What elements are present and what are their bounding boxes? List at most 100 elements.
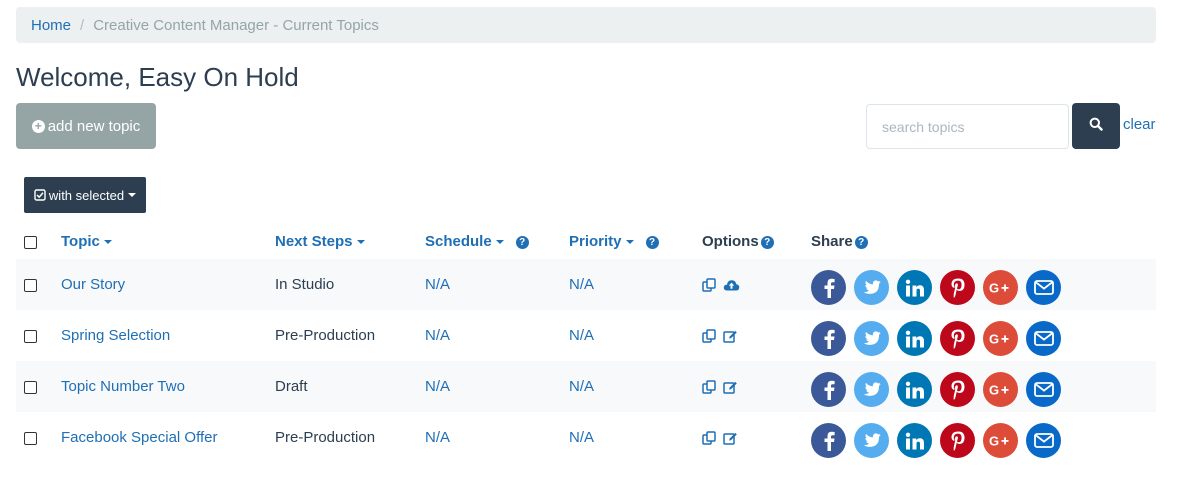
edit-icon[interactable] xyxy=(723,329,738,344)
linkedin-icon xyxy=(905,432,925,450)
priority-cell: N/A xyxy=(569,361,702,412)
share-google-plus-button[interactable]: G xyxy=(983,270,1018,305)
add-new-topic-label: add new topic xyxy=(47,117,141,135)
share-help-icon[interactable]: ? xyxy=(854,236,868,249)
share-facebook-button[interactable] xyxy=(811,270,846,305)
share-email-button[interactable] xyxy=(1026,321,1061,356)
table-row: Our Story In Studio N/A N/A G xyxy=(16,259,1156,310)
sort-schedule-header[interactable]: Schedule xyxy=(425,233,504,250)
schedule-cell: N/A xyxy=(425,361,569,412)
schedule-cell: N/A xyxy=(425,327,451,344)
cloud-upload-icon[interactable] xyxy=(723,278,740,292)
sort-topic-header[interactable]: Topic xyxy=(61,233,112,250)
topic-link[interactable]: Spring Selection xyxy=(61,327,170,344)
linkedin-icon xyxy=(905,330,925,348)
share-pinterest-button[interactable] xyxy=(940,321,975,356)
next-steps-cell: Pre-Production xyxy=(275,429,376,446)
add-new-topic-button[interactable]: + add new topic xyxy=(16,103,156,149)
schedule-header-label: Schedule xyxy=(425,233,492,250)
schedule-help-icon[interactable]: ? xyxy=(515,236,529,249)
chevron-down-icon xyxy=(128,193,137,197)
share-email-button[interactable] xyxy=(1026,372,1061,407)
share-email-button[interactable] xyxy=(1026,270,1061,305)
priority-help-icon[interactable]: ? xyxy=(645,236,659,249)
breadcrumb-separator: / xyxy=(80,16,85,34)
share-twitter-button[interactable] xyxy=(854,321,889,356)
options-header-label: Options xyxy=(702,233,759,250)
breadcrumb: Home / Creative Content Manager - Curren… xyxy=(16,7,1156,43)
share-google-plus-button[interactable]: G xyxy=(983,372,1018,407)
checkbox-checked-icon xyxy=(34,189,46,201)
email-icon xyxy=(1033,331,1054,346)
share-google-plus-button[interactable]: G xyxy=(983,321,1018,356)
search-input[interactable] xyxy=(866,104,1069,149)
pinterest-icon xyxy=(951,278,965,298)
search-button[interactable] xyxy=(1072,103,1120,149)
twitter-icon xyxy=(862,279,882,296)
share-linkedin-button[interactable] xyxy=(897,372,932,407)
copy-icon[interactable] xyxy=(702,430,717,446)
sort-next-steps-header[interactable]: Next Steps xyxy=(275,233,365,250)
share-pinterest-button[interactable] xyxy=(940,270,975,305)
share-twitter-button[interactable] xyxy=(854,372,889,407)
share-linkedin-button[interactable] xyxy=(897,270,932,305)
share-pinterest-button[interactable] xyxy=(940,372,975,407)
topic-link[interactable]: Topic Number Two xyxy=(61,378,185,395)
share-twitter-button[interactable] xyxy=(854,270,889,305)
share-linkedin-button[interactable] xyxy=(897,321,932,356)
priority-cell: N/A xyxy=(569,259,702,310)
row-checkbox[interactable] xyxy=(24,431,37,445)
share-facebook-button[interactable] xyxy=(811,372,846,407)
facebook-icon xyxy=(822,431,836,451)
share-facebook-button[interactable] xyxy=(811,321,846,356)
sort-caret-icon xyxy=(495,240,504,245)
share-linkedin-button[interactable] xyxy=(897,423,932,458)
share-email-button[interactable] xyxy=(1026,423,1061,458)
sort-priority-header[interactable]: Priority xyxy=(569,233,634,250)
next-steps-header-label: Next Steps xyxy=(275,233,353,250)
schedule-cell: N/A xyxy=(425,259,569,310)
copy-icon[interactable] xyxy=(702,277,717,293)
share-pinterest-button[interactable] xyxy=(940,423,975,458)
next-steps-cell: Draft xyxy=(275,361,425,412)
table-row: Facebook Special Offer Pre-Production N/… xyxy=(16,412,1156,463)
linkedin-icon xyxy=(905,279,925,297)
row-checkbox[interactable] xyxy=(24,380,37,394)
twitter-icon xyxy=(862,432,882,449)
svg-text:G: G xyxy=(989,434,999,448)
breadcrumb-home-link[interactable]: Home xyxy=(31,17,71,34)
svg-text:G: G xyxy=(989,281,999,295)
google-plus-icon: G xyxy=(989,332,1013,346)
options-help-icon[interactable]: ? xyxy=(760,236,774,249)
twitter-icon xyxy=(862,330,882,347)
row-checkbox[interactable] xyxy=(24,329,37,343)
share-facebook-button[interactable] xyxy=(811,423,846,458)
clear-search-link[interactable]: clear xyxy=(1123,116,1156,133)
topic-link[interactable]: Our Story xyxy=(61,276,125,293)
select-all-checkbox[interactable] xyxy=(24,235,37,249)
with-selected-dropdown[interactable]: with selected xyxy=(24,177,146,213)
edit-icon[interactable] xyxy=(723,431,738,446)
topic-link[interactable]: Facebook Special Offer xyxy=(61,429,217,446)
copy-icon[interactable] xyxy=(702,379,717,395)
row-checkbox[interactable] xyxy=(24,278,37,292)
google-plus-icon: G xyxy=(989,281,1013,295)
sort-caret-icon xyxy=(625,240,634,245)
copy-icon[interactable] xyxy=(702,328,717,344)
google-plus-icon: G xyxy=(989,383,1013,397)
schedule-cell: N/A xyxy=(425,429,451,446)
share-twitter-button[interactable] xyxy=(854,423,889,458)
svg-text:G: G xyxy=(989,332,999,346)
sort-caret-icon xyxy=(103,240,112,245)
topics-table: Topic Next Steps Schedule? Priority? Opt… xyxy=(16,224,1156,463)
table-row: Topic Number Two Draft N/A N/A G xyxy=(16,361,1156,412)
share-google-plus-button[interactable]: G xyxy=(983,423,1018,458)
edit-icon[interactable] xyxy=(723,380,738,395)
table-header-row: Topic Next Steps Schedule? Priority? Opt… xyxy=(16,224,1156,259)
breadcrumb-current: Creative Content Manager - Current Topic… xyxy=(93,16,379,34)
facebook-icon xyxy=(822,278,836,298)
topic-header-label: Topic xyxy=(61,233,100,250)
email-icon xyxy=(1033,280,1054,295)
facebook-icon xyxy=(822,329,836,349)
sort-caret-icon xyxy=(356,240,365,245)
